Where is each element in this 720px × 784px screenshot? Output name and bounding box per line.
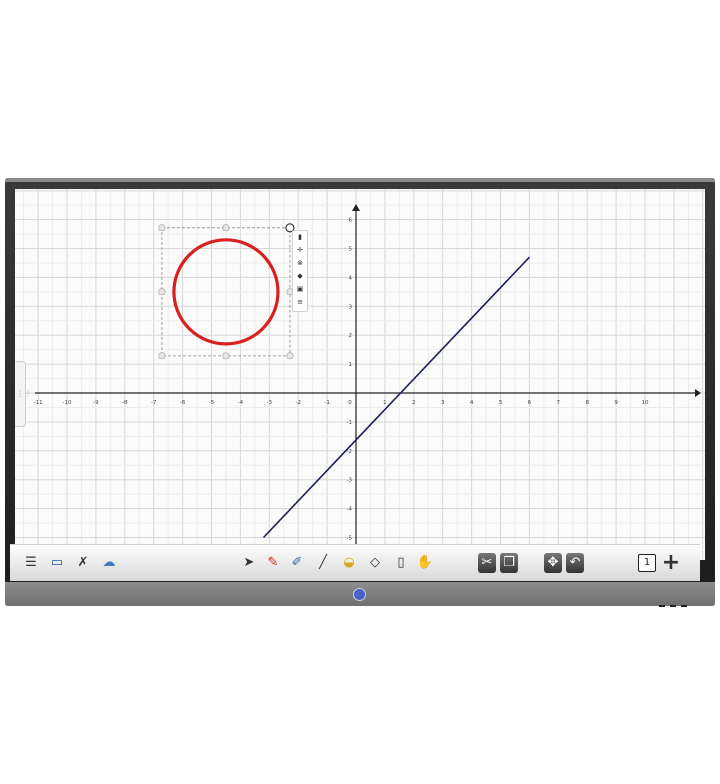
eraser-icon[interactable]: ▯ — [390, 553, 412, 573]
x-tick-label: 6 — [528, 400, 532, 406]
tools-icon[interactable]: ✗ — [72, 553, 94, 573]
cloud-icon[interactable]: ☁ — [98, 553, 120, 573]
resize-handle — [158, 288, 166, 296]
y-tick-label: 4 — [349, 275, 353, 281]
zoom-icon[interactable]: ✥ — [544, 553, 562, 573]
copy-icon[interactable]: ❐ — [500, 553, 518, 573]
x-tick-label: -6 — [180, 400, 186, 406]
page-number[interactable]: 1 — [638, 554, 656, 572]
x-tick-label: 7 — [557, 400, 561, 406]
y-tick-label: 6 — [349, 218, 353, 224]
x-tick-label: 5 — [499, 400, 503, 406]
y-tick-label: -1 — [347, 420, 352, 426]
y-tick-label: -4 — [347, 507, 353, 513]
x-tick-label: 1 — [383, 400, 387, 406]
y-tick-label: -5 — [347, 536, 353, 542]
x-tick-label: -3 — [267, 400, 273, 406]
x-tick-label: 2 — [412, 400, 416, 406]
x-tick-label: -8 — [122, 400, 128, 406]
hand-icon[interactable]: ✋ — [414, 553, 436, 573]
bottom-toolbar: ☰ ▭ ✗ ☁ ➤ ✎ ✐ ╱ ◒ ◇ ▯ ✋ ✂ ❐ ✥ ↶ 1 + — [10, 544, 700, 581]
x-tick-label: 10 — [642, 400, 649, 406]
display-bezel: -11 -10 -9 -8 -7 -6 -5 -4 -3 -2 -1 0 1 2 3 4 5 6 7 8 9 10 6 5 4 3… — [5, 178, 715, 607]
resize-handle — [158, 224, 166, 232]
menu-icon[interactable]: ≡ — [293, 296, 307, 309]
bezel-bottom-strip — [5, 582, 715, 607]
x-tick-label: -1 — [324, 400, 329, 406]
brand-logo-icon — [353, 588, 366, 601]
x-tick-label: 4 — [470, 400, 474, 406]
x-tick-label: -11 — [34, 400, 43, 406]
scissors-icon[interactable]: ✂ — [478, 553, 496, 573]
x-tick-label: -7 — [151, 400, 157, 406]
side-panel-handle[interactable]: ⋮⋮ — [15, 361, 32, 427]
x-tick-label: -4 — [238, 400, 244, 406]
object-floating-toolbar: ▮ ✛ ⊗ ◆ ▣ ≡ — [292, 230, 308, 312]
select-icon[interactable]: ➤ — [238, 553, 260, 573]
x-axis-arrow-icon — [695, 389, 701, 397]
hardware-buttons[interactable] — [654, 592, 687, 611]
handle-icon: ⋮⋮ — [16, 389, 32, 398]
desktop-icon[interactable]: ▭ — [46, 553, 68, 573]
y-tick-label: -3 — [347, 478, 353, 484]
x-tick-label: 8 — [585, 400, 589, 406]
resize-handle — [158, 352, 166, 360]
menu-icon[interactable]: ☰ — [20, 553, 42, 573]
edit-icon[interactable]: ✐ — [286, 553, 308, 573]
graph-svg[interactable]: -11 -10 -9 -8 -7 -6 -5 -4 -3 -2 -1 0 1 2 3 4 5 6 7 8 9 106543… — [15, 189, 705, 560]
paint-icon[interactable]: ◆ — [293, 270, 307, 283]
resize-handle — [222, 352, 230, 360]
x-tick-label: -10 — [63, 400, 72, 406]
y-tick-label: 2 — [349, 333, 353, 339]
x-tick-label: 3 — [441, 400, 445, 406]
add-page-button[interactable]: + — [660, 552, 682, 574]
x-tick-label: -5 — [209, 400, 215, 406]
fill-icon[interactable]: ◒ — [338, 553, 360, 573]
x-tick-label: 9 — [614, 400, 618, 406]
whiteboard-canvas[interactable]: -11 -10 -9 -8 -7 -6 -5 -4 -3 -2 -1 0 1 2 3 4 5 6 7 8 9 10 6 5 4 3… — [15, 189, 705, 560]
copy-icon[interactable]: ▣ — [293, 283, 307, 296]
y-tick-label: 5 — [349, 247, 353, 253]
x-tick-label: 0 — [348, 400, 352, 406]
shape-icon[interactable]: ◇ — [364, 553, 386, 573]
trash-icon[interactable]: ▮ — [293, 231, 307, 244]
resize-handle — [222, 224, 230, 232]
bezel-top-strip — [5, 178, 715, 182]
move-icon[interactable]: ✛ — [293, 244, 307, 257]
pencil-icon[interactable]: ✎ — [262, 553, 284, 573]
x-tick-label: -9 — [93, 400, 99, 406]
line-icon[interactable]: ╱ — [312, 553, 334, 573]
y-tick-label: 1 — [349, 362, 353, 368]
x-tick-label: -2 — [295, 400, 300, 406]
undo-icon[interactable]: ↶ — [566, 553, 584, 573]
resize-handle — [286, 352, 294, 360]
y-tick-label: 3 — [349, 304, 353, 310]
link-icon[interactable]: ⊗ — [293, 257, 307, 270]
